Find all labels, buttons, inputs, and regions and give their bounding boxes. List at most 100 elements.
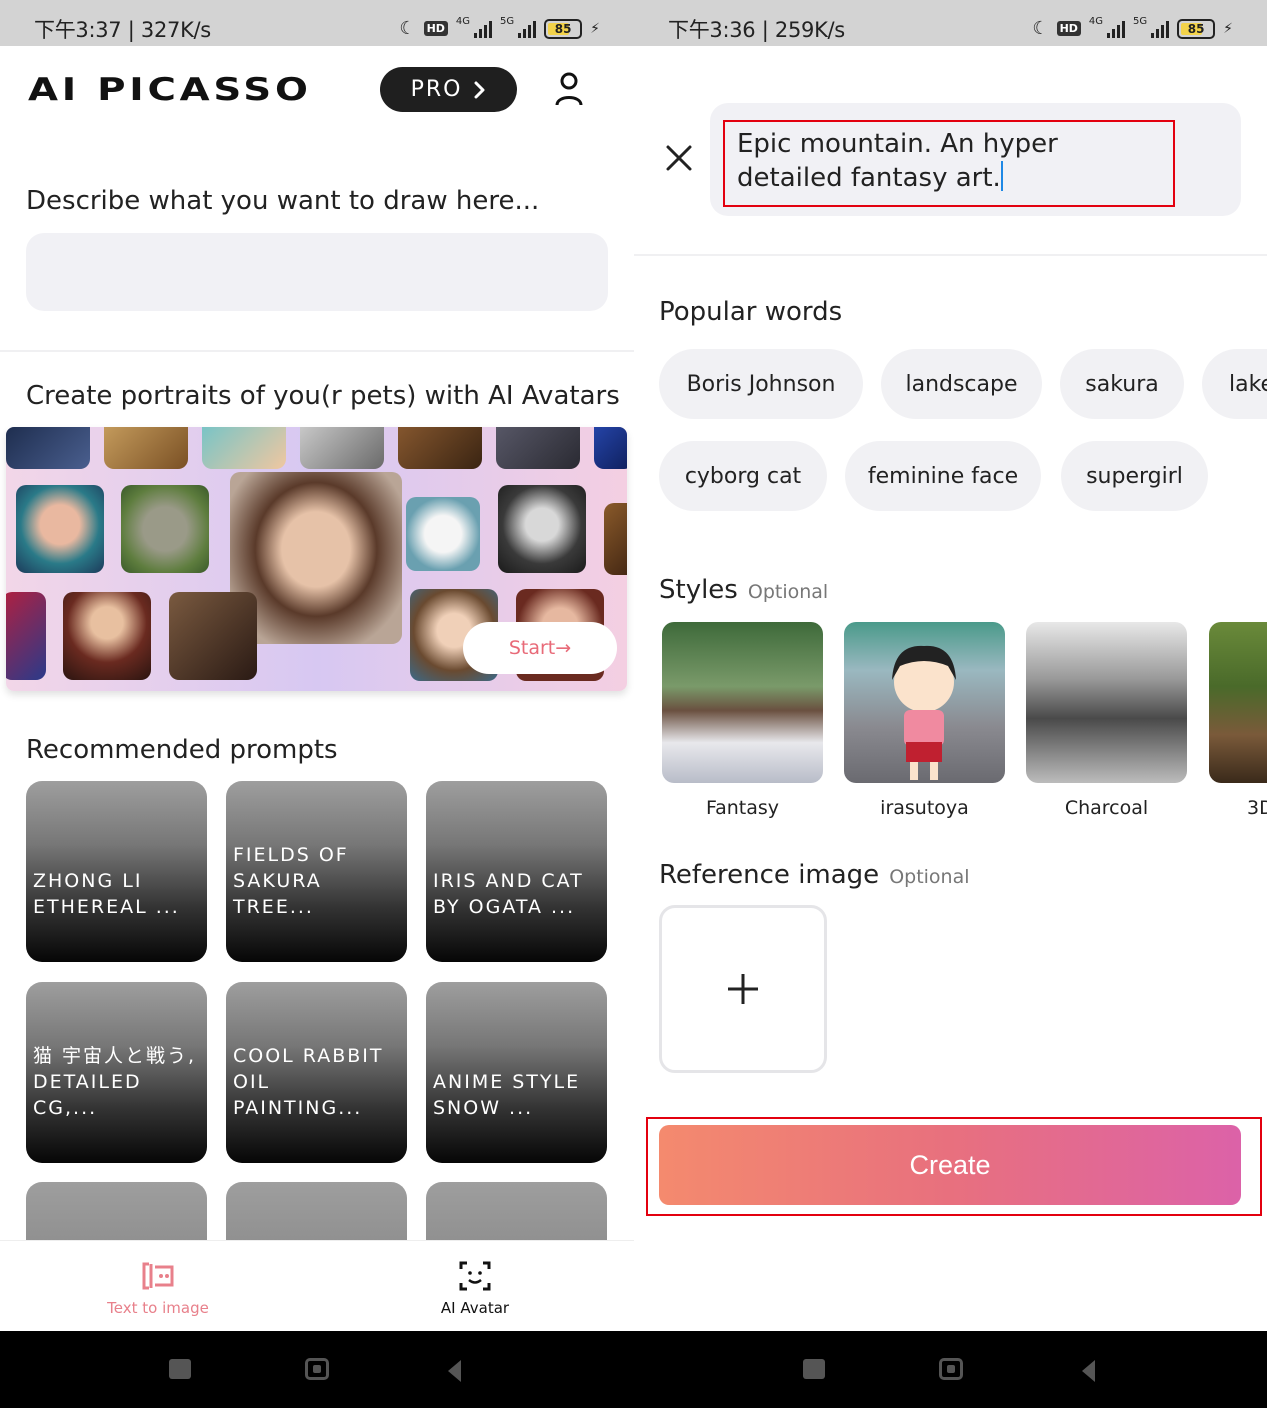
- word-chip[interactable]: feminine face: [845, 441, 1041, 511]
- reference-image-heading: Reference image Optional: [659, 860, 970, 890]
- prompt-card[interactable]: ANIME STYLE SNOW ...: [426, 982, 607, 1163]
- system-nav-bar: [634, 1331, 1267, 1408]
- close-icon[interactable]: [664, 143, 694, 173]
- prompt-card[interactable]: FIELDS OF SAKURA TREE...: [226, 781, 407, 962]
- prompt-input[interactable]: Epic mountain. An hyper detailed fantasy…: [723, 120, 1175, 207]
- styles-heading: Styles Optional: [659, 575, 828, 605]
- hd-icon: HD: [423, 21, 448, 36]
- add-reference-image-button[interactable]: [659, 905, 827, 1073]
- chevron-right-icon: [474, 81, 485, 98]
- plus-icon: [728, 974, 758, 1004]
- avatar-thumbnail: [6, 592, 46, 680]
- tab-text-to-image[interactable]: Text to image: [78, 1259, 238, 1317]
- status-bar: 下午3:37 | 327K/s ☾ HD 4G 5G 85 ⚡: [0, 0, 634, 46]
- moon-icon: ☾: [1032, 18, 1049, 39]
- prompt-card[interactable]: ZHONG LI ETHEREAL ...: [26, 781, 207, 962]
- battery-level: 85: [1187, 21, 1205, 36]
- avatar-thumbnail: [406, 497, 480, 571]
- recommended-prompts-heading: Recommended prompts: [26, 735, 338, 765]
- word-chip[interactable]: Boris Johnson: [659, 349, 863, 419]
- prompt-card[interactable]: IRIS AND CAT BY OGATA ...: [426, 781, 607, 962]
- word-chip[interactable]: landscape: [881, 349, 1042, 419]
- prompt-card[interactable]: COOL RABBIT OIL PAINTING...: [226, 982, 407, 1163]
- describe-label: Describe what you want to draw here...: [26, 186, 540, 216]
- reference-label: Reference image: [659, 860, 880, 890]
- recents-icon[interactable]: [803, 1359, 825, 1379]
- create-button[interactable]: Create: [659, 1125, 1241, 1205]
- signal-icon: [1151, 20, 1170, 38]
- prompt-card[interactable]: [426, 1182, 607, 1242]
- signal-icon: [518, 20, 537, 38]
- card-title-line: ANIME STYLE: [433, 1071, 581, 1093]
- describe-input[interactable]: [26, 233, 608, 311]
- word-chip[interactable]: cyborg cat: [659, 441, 827, 511]
- tab-label: Text to image: [107, 1299, 209, 1317]
- style-label: Charcoal: [1064, 797, 1149, 819]
- avatar-thumbnail: [104, 427, 188, 469]
- word-chip[interactable]: sakura: [1060, 349, 1184, 419]
- system-nav-bar: [0, 1331, 634, 1408]
- recents-icon[interactable]: [169, 1359, 191, 1379]
- text-to-image-icon: [142, 1262, 174, 1290]
- style-label: irasutoya: [880, 797, 969, 819]
- app-logo: AI PICASSO: [28, 72, 312, 108]
- right-screen: 下午3:36 | 259K/s ☾ HD 4G 5G 85 ⚡ Epic mou…: [634, 0, 1267, 1408]
- avatar-thumbnail: [16, 485, 104, 573]
- divider: [634, 254, 1267, 256]
- prompt-card[interactable]: 猫 宇宙人と戦う, DETAILED CG,...: [26, 982, 207, 1163]
- home-icon[interactable]: [939, 1358, 963, 1380]
- left-screen: 下午3:37 | 327K/s ☾ HD 4G 5G 85 ⚡ AI PICAS…: [0, 0, 634, 1408]
- status-time-speed: 下午3:36 | 259K/s: [668, 18, 845, 42]
- avatar-thumbnail: [604, 503, 627, 575]
- prompt-card[interactable]: [26, 1182, 207, 1242]
- style-thumbnail-irasutoya[interactable]: [844, 622, 1005, 783]
- divider: [0, 350, 634, 352]
- avatar-thumbnail: [498, 485, 586, 573]
- status-bar: 下午3:36 | 259K/s ☾ HD 4G 5G 85 ⚡: [634, 0, 1267, 46]
- card-title-line: ETHEREAL ...: [33, 896, 180, 918]
- back-icon[interactable]: [1082, 1360, 1095, 1382]
- back-icon[interactable]: [448, 1360, 461, 1382]
- pro-label: PRO: [410, 77, 463, 102]
- signal-icon: [1107, 20, 1126, 38]
- card-title-line: OIL PAINTING...: [233, 1071, 363, 1119]
- card-title-line: 猫 宇宙人と戦う,: [33, 1045, 197, 1067]
- word-chip[interactable]: lake: [1202, 349, 1267, 419]
- home-icon[interactable]: [305, 1358, 329, 1380]
- prompt-card[interactable]: [226, 1182, 407, 1242]
- style-label: 3D: [1247, 797, 1267, 819]
- tab-ai-avatar[interactable]: AI Avatar: [395, 1259, 555, 1317]
- ai-avatar-banner[interactable]: Start→: [6, 427, 627, 691]
- word-chip[interactable]: supergirl: [1061, 441, 1208, 511]
- card-title-line: COOL RABBIT: [233, 1045, 384, 1067]
- moon-icon: ☾: [399, 18, 416, 39]
- style-thumbnail-charcoal[interactable]: [1026, 622, 1187, 783]
- optional-tag: Optional: [889, 866, 970, 888]
- signal-icon: [474, 20, 493, 38]
- charging-icon: ⚡: [590, 20, 600, 37]
- 5g-icon: 5G: [1133, 16, 1148, 27]
- avatar-thumbnail: [594, 427, 627, 469]
- avatar-thumbnail: [300, 427, 384, 469]
- card-title-line: BY OGATA ...: [433, 896, 576, 918]
- text-caret: [1000, 161, 1003, 191]
- card-title-line: FIELDS OF: [233, 844, 349, 866]
- girl-illustration-icon: [892, 645, 956, 780]
- ai-avatars-heading: Create portraits of you(r pets) with AI …: [26, 381, 620, 411]
- bottom-tab-bar: Text to image AI Avatar: [0, 1240, 634, 1331]
- avatar-thumbnail: [202, 427, 286, 469]
- styles-label: Styles: [659, 575, 738, 605]
- style-label: Fantasy: [705, 797, 780, 819]
- start-button[interactable]: Start→: [463, 622, 617, 674]
- avatar-thumbnail: [63, 592, 151, 680]
- pro-button[interactable]: PRO: [380, 67, 517, 112]
- style-thumbnail-fantasy[interactable]: [662, 622, 823, 783]
- card-title-line: ZHONG LI: [33, 870, 143, 892]
- optional-tag: Optional: [747, 581, 829, 603]
- profile-icon[interactable]: [555, 72, 583, 106]
- style-thumbnail-3d[interactable]: [1209, 622, 1267, 783]
- popular-words-heading: Popular words: [659, 297, 843, 327]
- avatar-thumbnail: [121, 485, 209, 573]
- 4g-icon: 4G: [1088, 16, 1104, 27]
- prompt-text: Epic mountain. An hyper detailed fantasy…: [737, 129, 1058, 193]
